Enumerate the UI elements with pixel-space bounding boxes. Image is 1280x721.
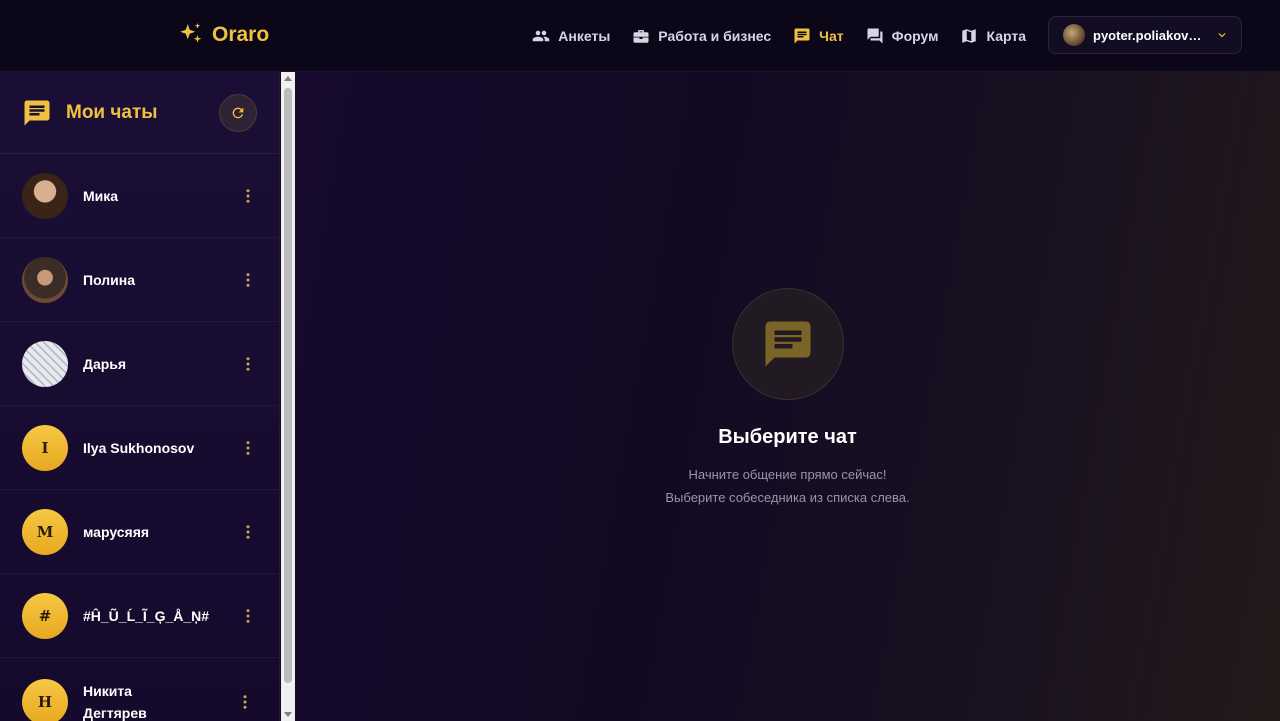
- nav-profiles[interactable]: Анкеты: [532, 27, 610, 45]
- chat-name: Ilya Sukhonosov: [83, 439, 195, 456]
- brand-name: Oraro: [212, 23, 270, 46]
- avatar: I: [22, 424, 68, 471]
- chat-name: #Ĥ_Ũ_Ĺ_Ĩ_Ģ_Å_Ņ#: [83, 607, 210, 624]
- empty-state-line: Выберите собеседника из списка слева.: [665, 490, 910, 505]
- chat-name: Полина: [83, 271, 136, 288]
- nav-label: Анкеты: [558, 28, 611, 44]
- user-avatar: [1063, 24, 1085, 46]
- scroll-down-arrow[interactable]: [284, 712, 292, 717]
- chat-icon: [794, 28, 810, 44]
- chat-list-item[interactable]: M марусяяя: [0, 490, 279, 574]
- refresh-button[interactable]: [219, 93, 257, 132]
- user-name: pyoter.poliakov@...: [1093, 27, 1207, 43]
- scroll-thumb[interactable]: [284, 88, 292, 683]
- avatar: H: [22, 678, 68, 721]
- chat-list-item[interactable]: # #Ĥ_Ũ_Ĺ_Ĩ_Ģ_Å_Ņ#: [0, 574, 279, 658]
- chat-icon: [765, 321, 810, 367]
- sparkle-icon: [180, 23, 202, 43]
- avatar: [22, 340, 68, 387]
- chat-list: Мика Полина Дарья I Ilya Sukhonosov M ма…: [0, 154, 279, 721]
- chat-list-item[interactable]: Мика: [0, 154, 279, 238]
- sidebar-header: Мои чаты: [0, 72, 279, 154]
- chat-main-area: Выберите чат Начните общение прямо сейча…: [295, 72, 1280, 721]
- chat-list-item[interactable]: H Никита Дегтярев: [0, 658, 279, 721]
- more-vert-icon[interactable]: [239, 523, 257, 541]
- nav-forum[interactable]: Форум: [866, 27, 939, 45]
- sidebar-title: Мои чаты: [66, 101, 158, 123]
- nav-label: Форум: [891, 28, 939, 44]
- chat-name: Дарья: [83, 355, 127, 372]
- chat-name: марусяяя: [83, 523, 150, 540]
- empty-state-subtitle: Начните общение прямо сейчас! Выберите с…: [665, 463, 909, 509]
- briefcase-icon: [633, 30, 649, 43]
- empty-state-title: Выберите чат: [718, 426, 857, 448]
- empty-state-line: Начните общение прямо сейчас!: [688, 467, 887, 482]
- chat-list-item[interactable]: Дарья: [0, 322, 279, 406]
- forum-icon: [867, 28, 883, 44]
- empty-state-icon-circle: [731, 288, 844, 400]
- nav-label: Работа и бизнес: [658, 28, 772, 44]
- people-icon: [533, 30, 550, 42]
- chat-list-item[interactable]: Полина: [0, 238, 279, 322]
- chat-sidebar: Мои чаты Мика Полина Дарья I Ilya Sukhon…: [0, 72, 280, 721]
- brand-logo[interactable]: Oraro: [178, 20, 269, 50]
- nav-chat[interactable]: Чат: [793, 27, 844, 45]
- top-navigation-bar: Oraro Анкеты Работа и бизнес Чат Форум К…: [0, 0, 1280, 72]
- more-vert-icon[interactable]: [239, 355, 257, 373]
- more-vert-icon[interactable]: [236, 693, 254, 711]
- more-vert-icon[interactable]: [239, 187, 257, 205]
- chat-name: Мика: [83, 187, 119, 204]
- more-vert-icon[interactable]: [239, 607, 257, 625]
- avatar: #: [22, 592, 68, 639]
- nav-work-business[interactable]: Работа и бизнес: [632, 27, 771, 45]
- avatar: M: [22, 508, 68, 555]
- chat-icon: [24, 100, 50, 125]
- avatar: [22, 172, 68, 219]
- chevron-down-icon: [1218, 33, 1226, 38]
- nav-label: Карта: [986, 28, 1026, 44]
- main-nav: Анкеты Работа и бизнес Чат Форум Карта: [532, 24, 1026, 48]
- user-menu-button[interactable]: pyoter.poliakov@...: [1048, 16, 1242, 54]
- refresh-icon: [232, 107, 244, 118]
- sidebar-scrollbar[interactable]: [281, 72, 295, 721]
- scroll-up-arrow[interactable]: [284, 76, 292, 81]
- avatar: [22, 256, 68, 303]
- more-vert-icon[interactable]: [239, 271, 257, 289]
- chat-list-item[interactable]: I Ilya Sukhonosov: [0, 406, 279, 490]
- nav-map[interactable]: Карта: [960, 27, 1026, 45]
- nav-label: Чат: [819, 28, 844, 44]
- map-icon: [962, 29, 977, 43]
- empty-state: Выберите чат Начните общение прямо сейча…: [295, 288, 1280, 509]
- more-vert-icon[interactable]: [239, 439, 257, 457]
- chat-name: Никита Дегтярев: [83, 682, 147, 721]
